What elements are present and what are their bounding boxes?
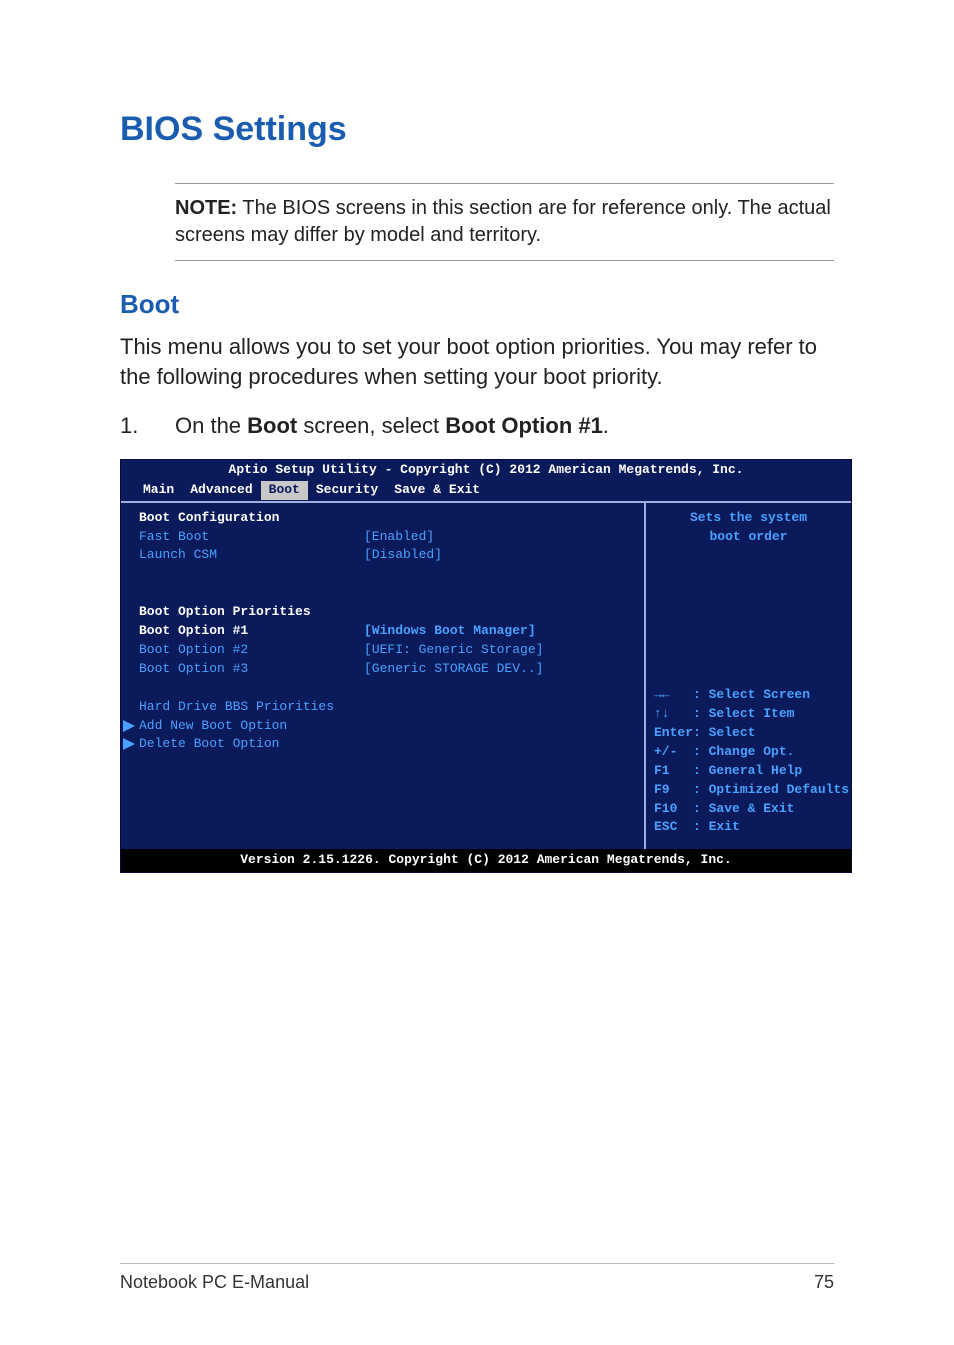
note-text: The BIOS screens in this section are for… [175,197,831,246]
bios-key-7: ESC : Exit [654,818,843,837]
bios-tab-security: Security [308,481,386,500]
step-number: 1. [120,411,175,441]
bios-add-boot-row: Add New Boot Option [139,717,632,736]
bios-section-boot-config: Boot Configuration [139,509,364,528]
bios-fast-boot-label: Fast Boot [139,528,364,547]
section-heading: Boot [120,289,834,320]
bios-key-2: Enter: Select [654,724,843,743]
bios-tab-advanced: Advanced [182,481,260,500]
page-title: BIOS Settings [120,110,834,149]
bios-add-boot: Add New Boot Option [139,717,364,736]
note-label: NOTE: [175,197,237,219]
bios-tabs: Main Advanced Boot Security Save & Exit [121,481,851,501]
note-box: NOTE: The BIOS screens in this section a… [175,183,834,261]
step-bold-2: Boot Option #1 [445,413,603,438]
step-bold-1: Boot [247,413,297,438]
bios-left-panel: Boot Configuration Fast Boot [Enabled] L… [121,503,646,849]
triangle-right-icon [123,720,135,732]
page-footer: Notebook PC E-Manual 75 [120,1263,834,1293]
bios-key-3: +/- : Change Opt. [654,743,843,762]
bios-boot-opt2-label: Boot Option #2 [139,641,364,660]
bios-section-priorities: Boot Option Priorities [139,603,364,622]
bios-launch-csm-value: [Disabled] [364,546,442,565]
triangle-right-icon [123,738,135,750]
bios-tab-main: Main [135,481,182,500]
bios-key-1: ↑↓ : Select Item [654,705,843,724]
bios-fast-boot-value: [Enabled] [364,528,434,547]
bios-boot-opt2-value: [UEFI: Generic Storage] [364,641,543,660]
bios-tab-boot: Boot [261,481,308,500]
bios-footer: Version 2.15.1226. Copyright (C) 2012 Am… [121,849,851,872]
bios-right-panel: Sets the system boot order →← : Select S… [646,503,851,849]
step-text-pre: On the [175,413,247,438]
step-text-mid: screen, select [297,413,445,438]
footer-page-number: 75 [814,1272,834,1293]
step-text-post: . [603,413,609,438]
bios-key-6: F10 : Save & Exit [654,800,843,819]
bios-boot-opt1-label: Boot Option #1 [139,622,364,641]
step-1: 1. On the Boot screen, select Boot Optio… [120,411,834,441]
bios-hdd-bbs: Hard Drive BBS Priorities [139,698,364,717]
bios-boot-opt1-value: [Windows Boot Manager] [364,622,536,641]
bios-delete-boot-row: Delete Boot Option [139,735,632,754]
bios-boot-opt3-value: [Generic STORAGE DEV..] [364,660,543,679]
bios-title: Aptio Setup Utility - Copyright (C) 2012… [121,460,851,481]
bios-screenshot: Aptio Setup Utility - Copyright (C) 2012… [120,459,852,873]
bios-key-5: F9 : Optimized Defaults [654,781,843,800]
bios-launch-csm-label: Launch CSM [139,546,364,565]
bios-key-0: →← : Select Screen [654,686,843,705]
bios-help-line2: boot order [654,528,843,547]
bios-key-4: F1 : General Help [654,762,843,781]
bios-help-line1: Sets the system [654,509,843,528]
bios-delete-boot: Delete Boot Option [139,735,364,754]
bios-boot-opt3-label: Boot Option #3 [139,660,364,679]
intro-text: This menu allows you to set your boot op… [120,332,834,391]
bios-tab-save-exit: Save & Exit [386,481,488,500]
footer-left: Notebook PC E-Manual [120,1272,309,1293]
